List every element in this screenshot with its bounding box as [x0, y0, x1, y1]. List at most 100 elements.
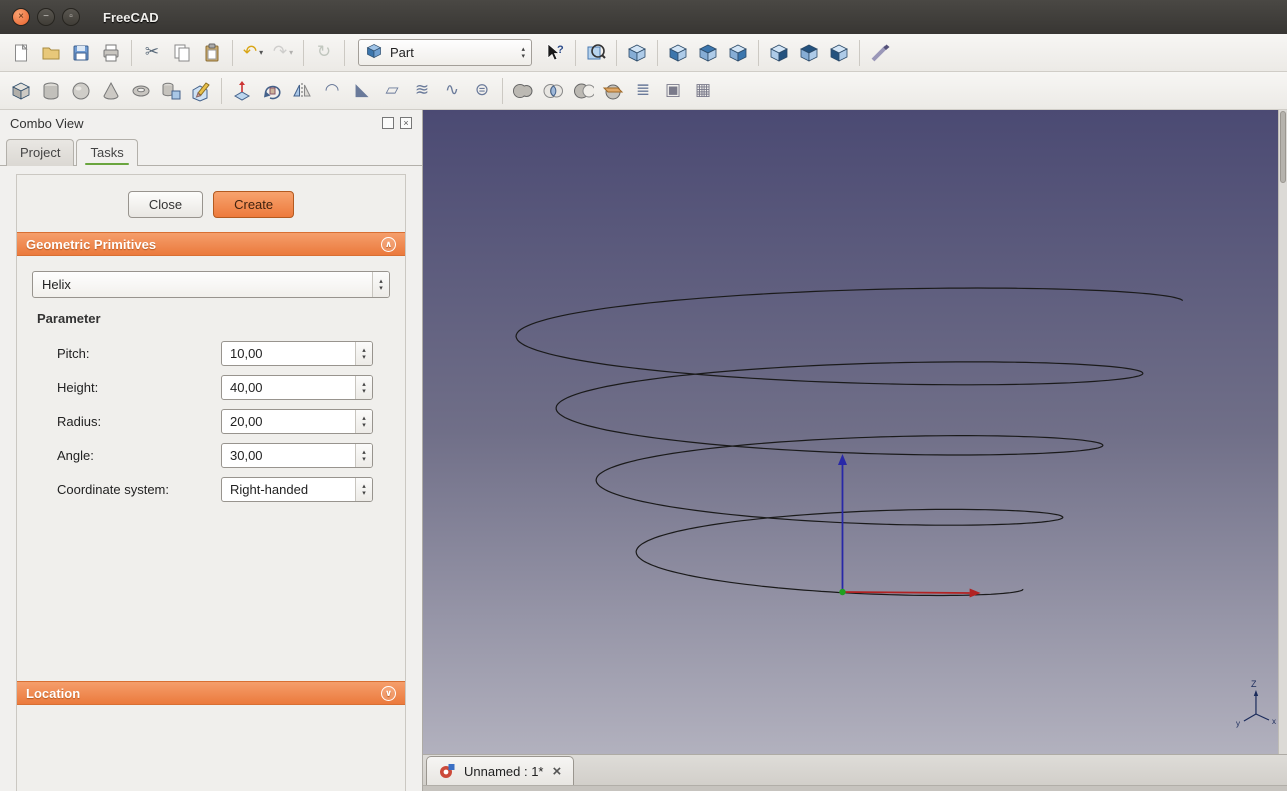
help-cursor-icon: ?: [544, 42, 566, 64]
coordinate-system-field[interactable]: Right-handed ▴ ▾: [221, 477, 373, 502]
height-field[interactable]: 40,00 ▴ ▾: [221, 375, 373, 400]
close-panel-icon[interactable]: ×: [400, 117, 412, 129]
measure-distance-button[interactable]: [865, 38, 895, 68]
boolean-cut-button[interactable]: [568, 76, 598, 106]
paste-button[interactable]: [197, 38, 227, 68]
open-document-button[interactable]: [36, 38, 66, 68]
window-close-button[interactable]: ×: [12, 8, 30, 26]
dropdown-arrow-icon[interactable]: ▾: [289, 48, 293, 57]
defeaturing-button[interactable]: ▦: [688, 76, 718, 106]
tab-project[interactable]: Project: [6, 139, 75, 166]
sweep-button[interactable]: ∿: [437, 76, 467, 106]
revolve-button[interactable]: [257, 76, 287, 106]
left-view-cube-icon: [828, 42, 850, 64]
panel-spacer: [17, 511, 405, 681]
create-primitives-button[interactable]: [156, 76, 186, 106]
new-document-button[interactable]: [6, 38, 36, 68]
sphere-button[interactable]: [66, 76, 96, 106]
axonometric-view-button[interactable]: [622, 38, 652, 68]
z-axis-label: Z: [1251, 679, 1257, 689]
axonometric-cube-icon: [626, 42, 648, 64]
close-document-icon[interactable]: ×: [553, 764, 562, 779]
combo-arrows[interactable]: ▴ ▾: [372, 272, 389, 297]
cylinder-button[interactable]: [36, 76, 66, 106]
document-tab[interactable]: Unnamed : 1* ×: [426, 756, 575, 785]
boolean-common-button[interactable]: [538, 76, 568, 106]
create-button[interactable]: Create: [213, 191, 295, 218]
spin-arrows[interactable]: ▴ ▾: [355, 444, 372, 467]
tab-tasks[interactable]: Tasks: [76, 139, 138, 166]
chevron-down-icon[interactable]: ∨: [381, 685, 396, 701]
fit-all-button[interactable]: [581, 38, 611, 68]
spin-arrows[interactable]: ▴ ▾: [355, 478, 372, 501]
radius-field[interactable]: 20,00 ▴ ▾: [221, 409, 373, 434]
refresh-button[interactable]: ↻: [309, 38, 339, 68]
ruled-surface-button[interactable]: ▱: [377, 76, 407, 106]
undo-button[interactable]: ↶ ▾: [238, 38, 268, 68]
parameter-heading: Parameter: [37, 311, 101, 326]
chevron-up-icon[interactable]: ∧: [381, 236, 396, 252]
viewport-scrollbar[interactable]: [1278, 110, 1287, 754]
front-view-cube-icon: [667, 42, 689, 64]
torus-button[interactable]: [126, 76, 156, 106]
float-panel-icon[interactable]: [382, 117, 394, 129]
front-view-button[interactable]: [663, 38, 693, 68]
geometric-primitives-section-header[interactable]: Geometric Primitives ∧: [17, 232, 405, 256]
close-task-button[interactable]: Close: [127, 191, 204, 218]
cut-button[interactable]: ✂: [137, 38, 167, 68]
window-maximize-button[interactable]: ▫: [62, 8, 80, 26]
spin-arrows[interactable]: ▴ ▾: [355, 376, 372, 399]
measure-icon: [869, 42, 891, 64]
angle-field[interactable]: 30,00 ▴ ▾: [221, 443, 373, 468]
cone-button[interactable]: [96, 76, 126, 106]
left-view-button[interactable]: [824, 38, 854, 68]
spin-down-icon: ▾: [379, 284, 383, 292]
pitch-field[interactable]: 10,00 ▴ ▾: [221, 341, 373, 366]
bottom-view-cube-icon: [798, 42, 820, 64]
spin-arrows[interactable]: ▴ ▾: [355, 342, 372, 365]
right-view-button[interactable]: [723, 38, 753, 68]
toolbar-separator: [575, 39, 576, 66]
save-icon: [70, 42, 92, 64]
origin-point: [839, 588, 846, 596]
bottom-view-button[interactable]: [794, 38, 824, 68]
fillet-button[interactable]: ◠: [317, 76, 347, 106]
3d-scene[interactable]: Z y x: [423, 110, 1287, 754]
spin-arrows[interactable]: ▴ ▾: [355, 410, 372, 433]
save-button[interactable]: [66, 38, 96, 68]
extrude-button[interactable]: [227, 76, 257, 106]
file-view-toolbar: ✂ ↶ ▾ ↷ ▾ ↻ Part ▴ ▾?: [0, 34, 1287, 72]
top-view-button[interactable]: [693, 38, 723, 68]
fillet-icon: ◠: [324, 80, 340, 100]
chamfer-button[interactable]: ◣: [347, 76, 377, 106]
cross-sections-button[interactable]: ≣: [628, 76, 658, 106]
box-button[interactable]: [6, 76, 36, 106]
window-minimize-button[interactable]: −: [37, 8, 55, 26]
loft-button[interactable]: ≋: [407, 76, 437, 106]
primitives-icon: [160, 80, 182, 102]
angle-value: 30,00: [230, 448, 263, 463]
section-button[interactable]: [598, 76, 628, 106]
combo-arrows[interactable]: ▴ ▾: [521, 46, 525, 60]
workbench-selector[interactable]: Part ▴ ▾: [358, 39, 532, 66]
3d-viewport[interactable]: Z y x: [423, 110, 1287, 754]
angle-label: Angle:: [57, 448, 94, 463]
scrollbar-handle[interactable]: [1280, 111, 1286, 183]
dropdown-arrow-icon[interactable]: ▾: [259, 48, 263, 57]
parameter-fields: Pitch: 10,00 ▴ ▾ Height: 40,00 ▴ ▾ Radius: 20,00 ▴…: [17, 332, 405, 511]
shape-builder-button[interactable]: [186, 76, 216, 106]
print-button[interactable]: [96, 38, 126, 68]
mirror-icon: [291, 80, 313, 102]
rear-view-button[interactable]: [764, 38, 794, 68]
whats-this-button[interactable]: ?: [540, 38, 570, 68]
copy-button[interactable]: [167, 38, 197, 68]
boolean-union-button[interactable]: [508, 76, 538, 106]
offset-button[interactable]: ⊜: [467, 76, 497, 106]
svg-text:?: ?: [557, 44, 564, 56]
redo-button[interactable]: ↷ ▾: [268, 38, 298, 68]
location-section-header[interactable]: Location ∨: [17, 681, 405, 705]
compound-button[interactable]: ▣: [658, 76, 688, 106]
defeaturing-icon: ▦: [694, 80, 712, 100]
primitive-type-select[interactable]: Helix ▴ ▾: [32, 271, 390, 298]
mirror-button[interactable]: [287, 76, 317, 106]
